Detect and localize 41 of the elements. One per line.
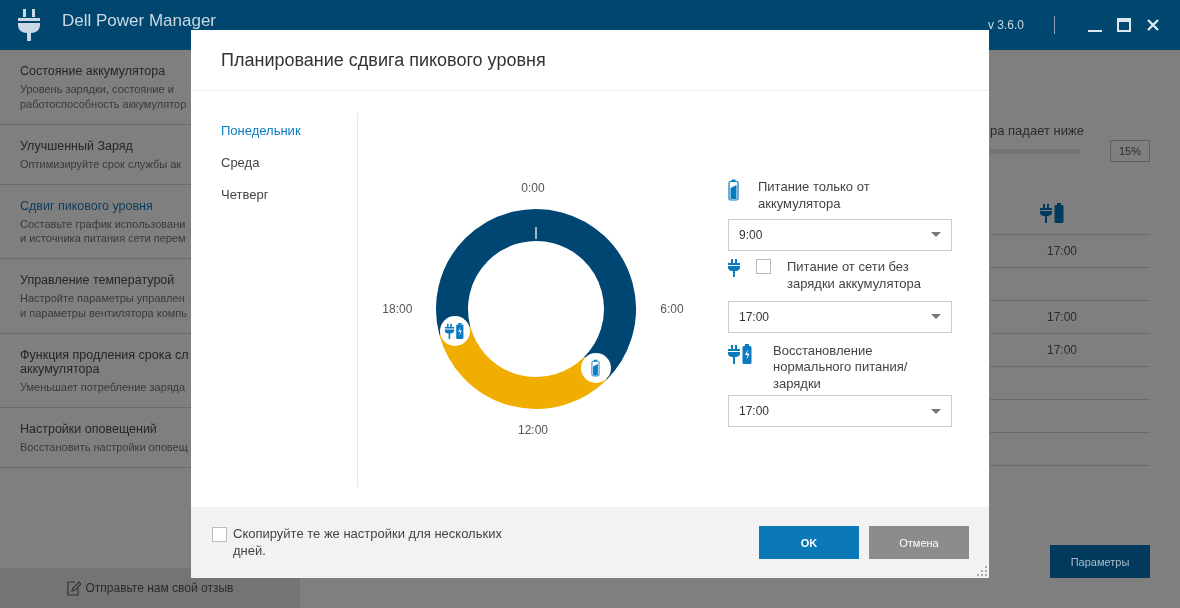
option-label: Восстановление нормального питания/ зарядки: [773, 342, 909, 394]
option-label: Питание только от аккумулятора: [758, 179, 871, 213]
time-dropdown[interactable]: 17:00: [728, 300, 952, 333]
table-cell: 17:00: [1047, 244, 1078, 258]
checkbox-label: Скопируйте те же настройки для нескольких дней.: [233, 525, 503, 560]
plug-battery-icon: [1040, 202, 1066, 224]
caret-icon: [931, 232, 941, 238]
plug-icon: [728, 258, 740, 277]
day-tab[interactable]: Четверг: [221, 187, 269, 202]
time-dropdown[interactable]: 9:00: [728, 218, 952, 251]
time-dropdown[interactable]: 17:00: [728, 395, 952, 428]
day-tab[interactable]: Понедельник: [221, 123, 301, 138]
time-label: 6:00: [660, 302, 684, 316]
maximize-icon[interactable]: [1117, 18, 1131, 32]
table-cell: 17:00: [1047, 343, 1078, 357]
time-label: 12:00: [518, 423, 548, 437]
plug-icon: [18, 9, 40, 41]
table-cell: 17:00: [1047, 310, 1078, 324]
battery-icon: [728, 179, 739, 201]
settings-button[interactable]: Параметры: [1050, 545, 1150, 578]
percent-field[interactable]: 15%: [1109, 140, 1150, 162]
window-title: Dell Power Manager: [62, 11, 216, 31]
edit-icon: [66, 580, 81, 596]
battery-icon: [591, 359, 601, 378]
checkbox[interactable]: [756, 258, 771, 274]
time-label: 18:00: [382, 302, 413, 316]
day-tab[interactable]: Среда: [221, 155, 260, 170]
cancel-button[interactable]: Отмена: [869, 526, 969, 559]
version-label: v 3.6.0: [987, 18, 1024, 32]
plug-battery-icon: [444, 321, 466, 340]
caret-icon: [931, 408, 941, 414]
slider-track[interactable]: [990, 148, 1080, 154]
checkbox[interactable]: [212, 527, 227, 542]
option-label: Питание от сети без зарядки аккумулятора: [787, 258, 922, 293]
plug-battery-icon: [728, 342, 754, 365]
threshold-text: ра падает ниже: [990, 123, 1085, 138]
caret-icon: [931, 314, 941, 320]
close-icon[interactable]: [1146, 18, 1160, 32]
resize-grip-icon[interactable]: [977, 566, 987, 576]
ok-button[interactable]: OK: [759, 526, 859, 559]
time-label: 0:00: [521, 181, 545, 195]
